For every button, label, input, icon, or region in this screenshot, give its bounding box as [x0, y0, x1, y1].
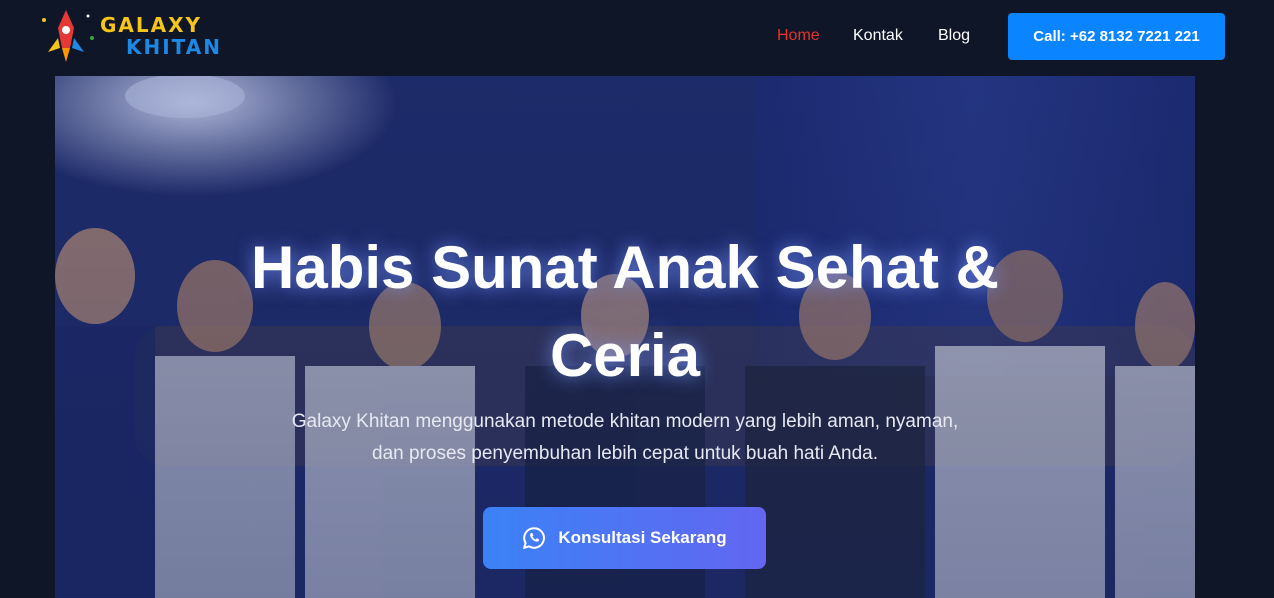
nav-item-kontak[interactable]: Kontak	[853, 27, 903, 45]
brand-name-line2: KHITAN	[126, 35, 222, 59]
consult-now-button[interactable]: Konsultasi Sekarang	[483, 507, 766, 569]
whatsapp-icon	[523, 527, 546, 550]
rocket-icon	[42, 10, 94, 62]
call-button[interactable]: Call: +62 8132 7221 221	[1008, 13, 1225, 60]
hero-section: Habis Sunat Anak Sehat & Ceria Galaxy Kh…	[55, 76, 1195, 598]
nav-item-blog[interactable]: Blog	[938, 27, 970, 45]
nav-item-home[interactable]: Home	[777, 27, 820, 45]
hero-title: Habis Sunat Anak Sehat & Ceria	[251, 234, 999, 389]
brand-name-line1: GALAXY	[100, 13, 203, 37]
brand-wordmark: GALAXY KHITAN	[100, 14, 222, 58]
brand-logo[interactable]: GALAXY KHITAN	[36, 8, 226, 66]
consult-now-label: Konsultasi Sekarang	[558, 528, 727, 547]
hero-subtitle: Galaxy Khitan menggunakan metode khitan …	[291, 411, 959, 464]
site-header: GALAXY KHITAN Home Kontak Blog Call: +62…	[0, 0, 1274, 72]
